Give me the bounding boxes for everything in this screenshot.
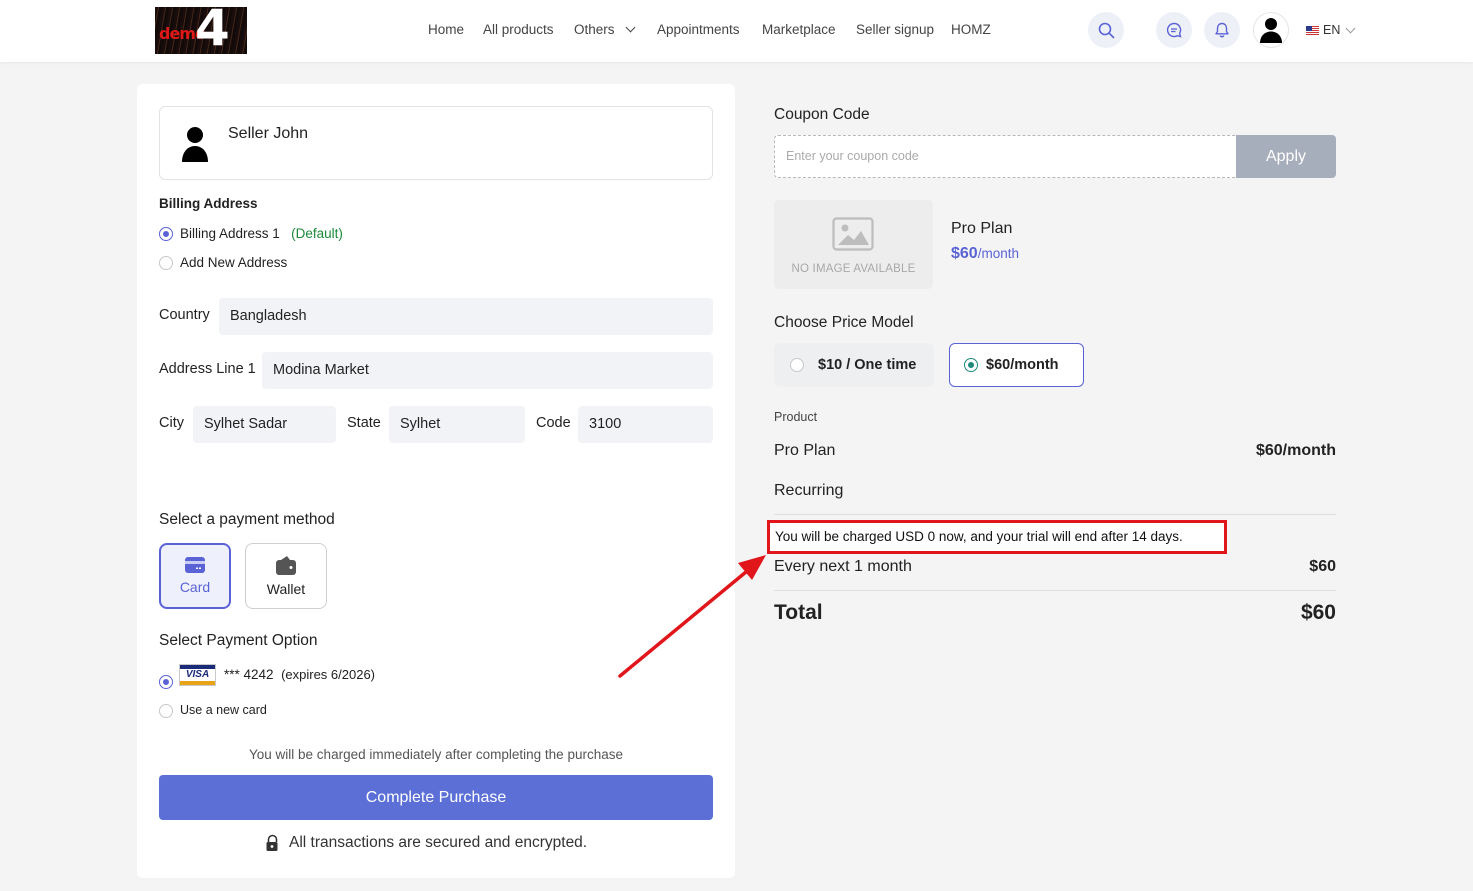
product-header: Product: [774, 410, 818, 424]
recurring-label: Recurring: [774, 482, 844, 499]
state-label: State: [347, 415, 381, 431]
price-model-monthly-label: $60/month: [986, 357, 1059, 373]
us-flag-icon: [1306, 25, 1319, 35]
country-field[interactable]: Bangladesh: [219, 298, 713, 335]
payment-method-card-label: Card: [179, 579, 211, 595]
add-new-address-radio[interactable]: [159, 256, 173, 270]
total-value: $60: [1300, 601, 1336, 624]
address-line-1-field[interactable]: Modina Market: [262, 352, 713, 389]
plan-price-amount: $60: [951, 245, 978, 262]
city-field[interactable]: Sylhet Sadar: [193, 406, 336, 443]
nav-marketplace[interactable]: Marketplace: [762, 22, 836, 37]
divider: [774, 514, 1336, 515]
secure-text: All transactions are secured and encrypt…: [289, 834, 588, 851]
plan-price-period: /month: [977, 246, 1019, 261]
saved-card-option[interactable]: *** 4242 (expires 6/2026): [224, 667, 375, 682]
lock-icon: [266, 834, 278, 851]
language-selector[interactable]: EN: [1306, 23, 1356, 37]
billing-address-title: Billing Address: [159, 196, 258, 211]
charge-note: You will be charged immediately after co…: [249, 747, 623, 762]
coupon-input[interactable]: Enter your coupon code: [774, 135, 1237, 178]
new-card-radio[interactable]: [159, 704, 173, 718]
seller-name: Seller John: [228, 125, 309, 142]
chevron-down-icon: [1345, 23, 1356, 33]
code-label: Code: [536, 415, 571, 431]
summary-product-name: Pro Plan: [774, 442, 836, 459]
every-next-month-value: $60: [1309, 558, 1336, 575]
chevron-down-icon: [625, 22, 635, 33]
postal-code-field[interactable]: 3100: [578, 406, 713, 443]
seller-card: [159, 106, 713, 180]
price-model-one-time-radio[interactable]: [790, 358, 804, 372]
complete-purchase-button[interactable]: Complete Purchase: [159, 775, 713, 820]
card-icon: [185, 557, 205, 573]
every-next-month-label: Every next 1 month: [774, 558, 912, 575]
trial-notice: You will be charged USD 0 now, and your …: [767, 520, 1227, 554]
user-icon: [1260, 18, 1282, 43]
no-image-text: NO IMAGE AVAILABLE: [791, 263, 916, 275]
saved-card-number: *** 4242: [224, 667, 274, 682]
state-field[interactable]: Sylhet: [389, 406, 525, 443]
visa-stripe-bottom: [180, 681, 215, 685]
address-line-1-label: Address Line 1: [159, 361, 256, 377]
summary-product-price: $60/month: [1255, 442, 1336, 459]
payment-method-card[interactable]: Card: [159, 543, 231, 609]
default-badge: (Default): [291, 226, 343, 241]
site-logo[interactable]: demo 4: [155, 7, 247, 54]
nav-seller-signup[interactable]: Seller signup: [856, 22, 934, 37]
notifications-button[interactable]: [1204, 12, 1240, 48]
logo-text-big: 4: [195, 7, 230, 54]
payment-method-wallet-label: Wallet: [266, 580, 306, 597]
nav-homz[interactable]: HOMZ: [951, 22, 991, 37]
price-model-one-time-label: $10 / One time: [818, 357, 917, 373]
coupon-title: Coupon Code: [774, 106, 870, 123]
user-icon: [182, 127, 208, 162]
price-model-title: Choose Price Model: [774, 314, 914, 331]
search-button[interactable]: [1088, 12, 1124, 48]
user-avatar-button[interactable]: [1253, 12, 1289, 48]
billing-address-1-option[interactable]: Billing Address 1 (Default): [180, 226, 343, 241]
billing-address-1-label: Billing Address 1: [180, 226, 280, 241]
divider: [774, 590, 1336, 591]
payment-option-title: Select Payment Option: [159, 632, 318, 649]
country-label: Country: [159, 307, 210, 323]
search-icon: [1098, 22, 1114, 38]
saved-card-expiry: (expires 6/2026): [281, 667, 376, 682]
plan-image-placeholder: NO IMAGE AVAILABLE: [774, 200, 933, 289]
new-card-label[interactable]: Use a new card: [180, 703, 267, 717]
nav-all-products[interactable]: All products: [483, 22, 554, 37]
nav-others-label: Others: [574, 22, 615, 37]
visa-card-icon: VISA: [179, 664, 216, 686]
language-label: EN: [1323, 23, 1341, 37]
total-label: Total: [774, 601, 823, 624]
secure-notice: All transactions are secured and encrypt…: [264, 834, 587, 852]
nav-others[interactable]: Others: [574, 22, 635, 37]
nav-home[interactable]: Home: [428, 22, 464, 37]
apply-coupon-button[interactable]: Apply: [1236, 135, 1336, 178]
price-model-monthly[interactable]: $60/month: [949, 343, 1084, 387]
add-new-address-label[interactable]: Add New Address: [180, 255, 287, 270]
saved-card-radio[interactable]: [159, 675, 173, 689]
billing-address-1-radio[interactable]: [159, 227, 173, 241]
nav-appointments[interactable]: Appointments: [657, 22, 740, 37]
plan-name: Pro Plan: [951, 220, 1013, 237]
image-placeholder-icon: [832, 217, 874, 251]
payment-method-title: Select a payment method: [159, 511, 335, 528]
price-model-one-time[interactable]: $10 / One time: [774, 343, 934, 387]
visa-brand-text: VISA: [185, 669, 210, 680]
plan-price: $60/month: [951, 245, 1019, 263]
wallet-icon: [276, 555, 296, 575]
price-model-monthly-radio[interactable]: [964, 358, 978, 372]
city-label: City: [159, 415, 184, 431]
chat-icon: [1166, 22, 1182, 38]
chat-button[interactable]: [1156, 12, 1192, 48]
top-navbar: demo 4 Home All products Others Appointm…: [0, 0, 1473, 62]
bell-icon: [1215, 22, 1229, 38]
payment-method-wallet[interactable]: Wallet: [245, 543, 327, 609]
